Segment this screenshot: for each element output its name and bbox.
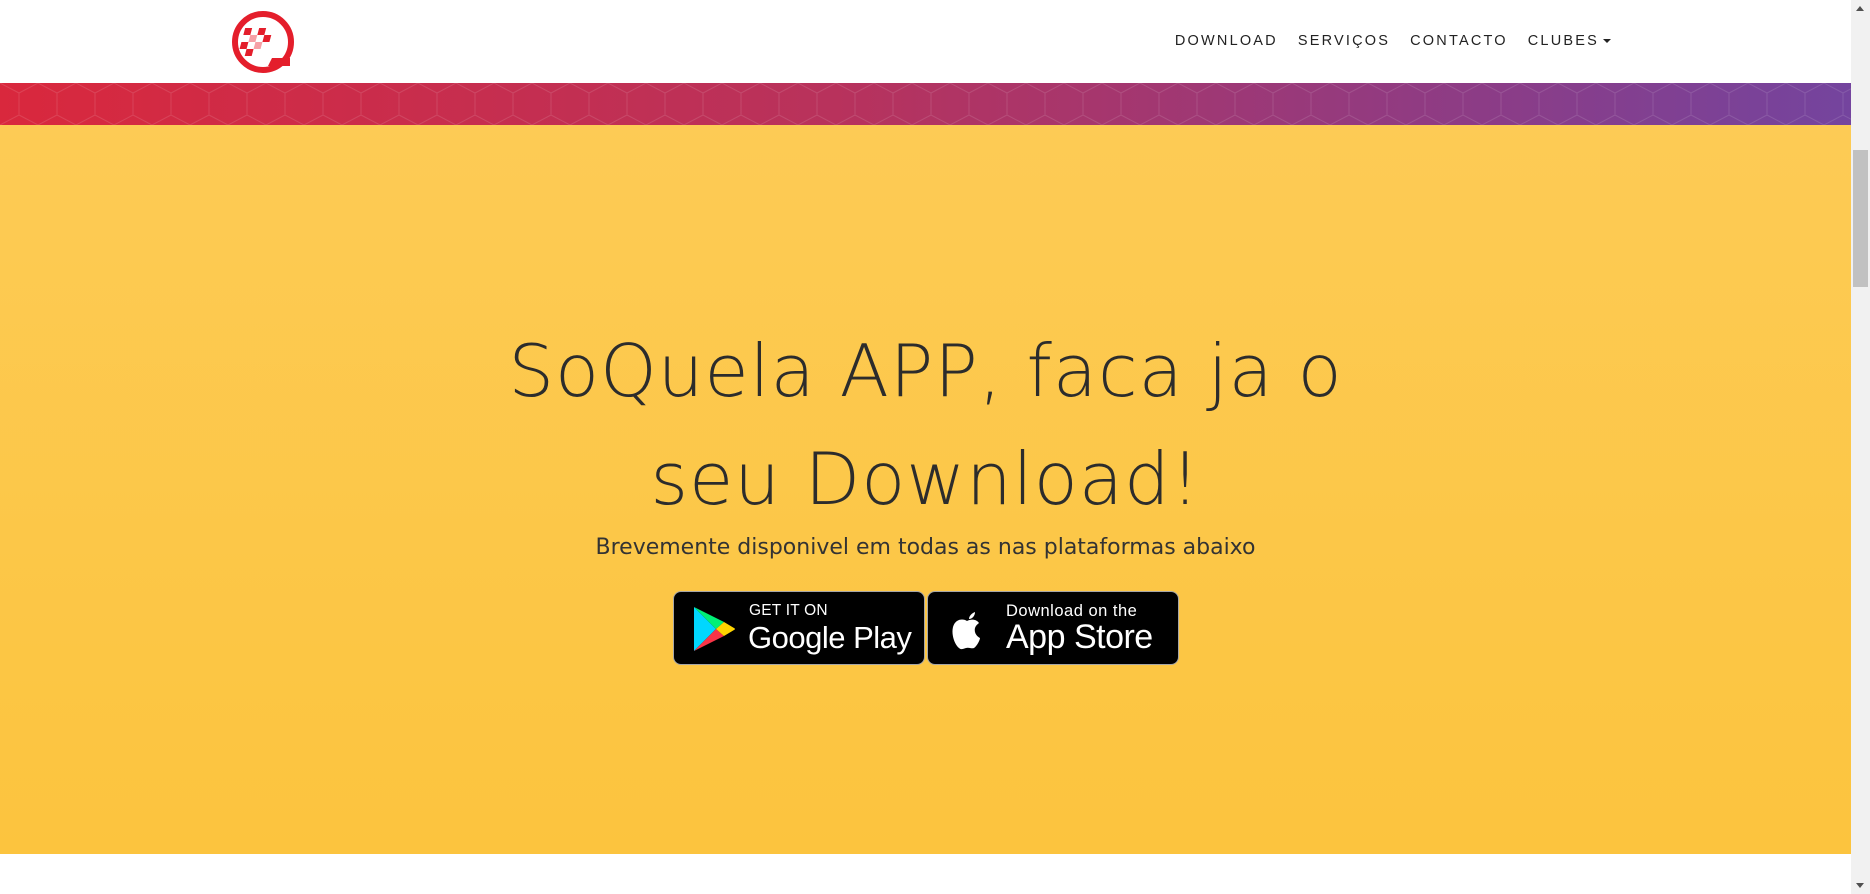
store-badges: GET IT ON Google Play Download on the Ap… [673,591,1179,665]
nav-download[interactable]: DOWNLOAD [1175,33,1278,49]
soquela-logo[interactable] [232,10,296,74]
nav-clubes-label: CLUBES [1527,33,1599,49]
hero-title-line1: SoQuela APP, faca ja o [508,329,1343,413]
vertical-scrollbar[interactable] [1851,0,1870,894]
google-play-small-text: GET IT ON [749,602,828,619]
scroll-up-arrow-icon[interactable] [1856,6,1864,11]
scroll-down-arrow-icon[interactable] [1856,883,1864,888]
google-play-icon [694,607,735,651]
nav-servicos[interactable]: SERVIÇOS [1298,33,1390,49]
hero-subtitle: Brevemente disponivel em todas as nas pl… [595,535,1256,560]
navbar: DOWNLOAD SERVIÇOS CONTACTO CLUBES [0,0,1851,83]
scrollbar-thumb[interactable] [1853,150,1868,287]
nav-contacto[interactable]: CONTACTO [1410,33,1508,49]
app-store-button[interactable]: Download on the App Store [927,591,1179,665]
app-store-big-text: App Store [1006,618,1153,656]
hero-title-line2: seu Download! [650,437,1201,521]
pattern-banner [0,83,1851,125]
google-play-button[interactable]: GET IT ON Google Play [673,591,925,665]
nav-clubes-dropdown[interactable]: CLUBES [1528,33,1611,49]
hero-title: SoQuela APP, faca ja o seu Download! [0,317,1851,533]
nav-links: DOWNLOAD SERVIÇOS CONTACTO CLUBES [1175,30,1611,52]
caret-down-icon [1603,39,1611,43]
apple-icon [952,612,980,650]
hero-section: SoQuela APP, faca ja o seu Download! Bre… [0,125,1851,854]
google-play-big-text: Google Play [748,620,912,655]
